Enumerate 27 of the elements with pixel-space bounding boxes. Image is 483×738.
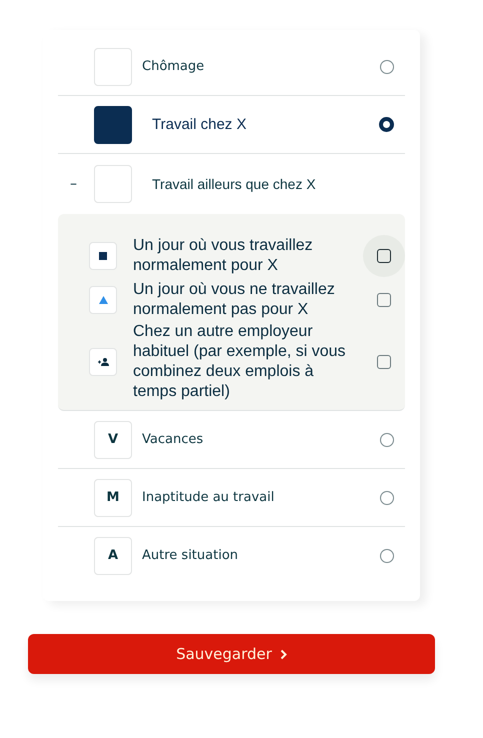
radio-button[interactable] xyxy=(380,432,394,446)
option-label: Un jour où vous travaillez normalement pour X xyxy=(133,236,314,276)
radio-button[interactable] xyxy=(380,548,394,562)
radio-button[interactable] xyxy=(380,490,394,504)
checkbox[interactable] xyxy=(377,249,391,263)
option-label: Inaptitude au travail xyxy=(142,490,276,505)
option-label: Vacances xyxy=(142,432,204,447)
letter-tile: A xyxy=(94,536,132,574)
option-label: Autre situation xyxy=(142,548,240,563)
letter-tile: M xyxy=(94,478,132,516)
radio-button[interactable] xyxy=(380,60,394,74)
option-label: Travail chez X xyxy=(152,116,248,133)
square-icon xyxy=(99,252,107,260)
triangle-icon xyxy=(98,296,108,304)
collapse-toggle[interactable]: – xyxy=(58,176,94,192)
checkbox[interactable] xyxy=(377,293,391,307)
option-label: Chez un autre employeur habituel (par exemple, si vous combinez deux emplois à temps partiel) xyxy=(133,322,347,402)
save-button[interactable]: Sauvegarder xyxy=(28,634,435,674)
checkbox[interactable] xyxy=(377,355,391,369)
tile-icon xyxy=(94,165,132,203)
option-label: Un jour où vous ne travaillez normalement pas pour X xyxy=(133,280,336,320)
option-label: Travail ailleurs que chez X xyxy=(152,176,317,192)
option-label: Chômage xyxy=(142,59,206,74)
person-add-icon xyxy=(98,358,108,366)
chevron-right-icon xyxy=(280,648,287,660)
letter-tile: V xyxy=(94,420,132,458)
radio-button[interactable] xyxy=(379,117,394,132)
